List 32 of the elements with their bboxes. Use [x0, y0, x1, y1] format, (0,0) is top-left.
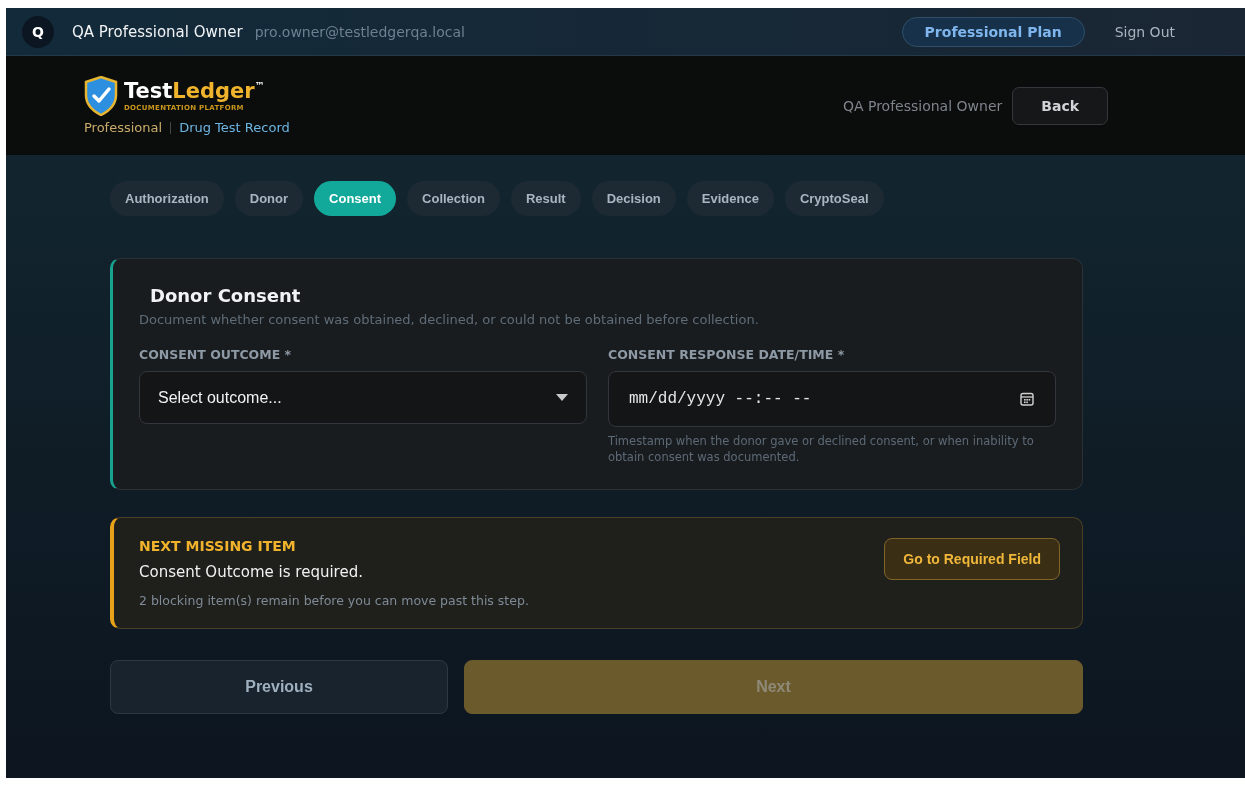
sign-out-button[interactable]: Sign Out [1110, 19, 1179, 44]
step-tab[interactable]: Donor [234, 181, 304, 216]
datetime-field[interactable]: mm/dd/yyyy --:-- -- [608, 371, 1056, 427]
plan-tier-label: Professional [84, 120, 163, 135]
field-label: CONSENT RESPONSE DATE/TIME * [608, 347, 846, 362]
previous-button[interactable]: Previous [110, 660, 448, 715]
step-tab[interactable]: CryptoSeal [784, 181, 884, 216]
header-user-name: QA Professional Owner [842, 97, 1003, 114]
outcome-select[interactable]: Select outcome... [139, 371, 587, 424]
shield-check-icon [84, 76, 118, 116]
section-title: Donor Consent [150, 285, 302, 306]
missing-message: Consent Outcome is required. [139, 563, 364, 582]
record-type: Drug Test Record [179, 120, 290, 135]
calendar-icon [1019, 391, 1035, 407]
dropdown-caret-icon [556, 394, 568, 401]
section-description: Document whether consent was obtained, declined, or could not be obtained before collection. [139, 312, 760, 327]
field-hint: Timestamp when the donor gave or declined consent, or when inability to obtain consent was documented. [608, 433, 1035, 466]
user-avatar: Q [22, 15, 54, 48]
missing-heading: NEXT MISSING ITEM [139, 538, 297, 555]
field-label: CONSENT OUTCOME * [139, 347, 293, 362]
plan-badge: Professional Plan [901, 16, 1085, 47]
step-tab[interactable]: Result [510, 181, 581, 216]
step-tab[interactable]: Authorization [110, 181, 224, 216]
user-email: pro.owner@testledgerqa.local [254, 23, 465, 40]
go-to-field-button[interactable]: Go to Required Field [884, 538, 1060, 581]
back-button[interactable]: Back [1012, 86, 1108, 125]
missing-detail: 2 blocking item(s) remain before you can move past this step. [139, 593, 529, 609]
step-tab[interactable]: Decision [591, 181, 676, 216]
step-tab[interactable]: Collection [407, 181, 500, 216]
user-name: QA Professional Owner [72, 22, 243, 41]
step-tab[interactable]: Evidence [686, 181, 774, 216]
logo-wordmark: TestLedger™ [124, 80, 265, 102]
